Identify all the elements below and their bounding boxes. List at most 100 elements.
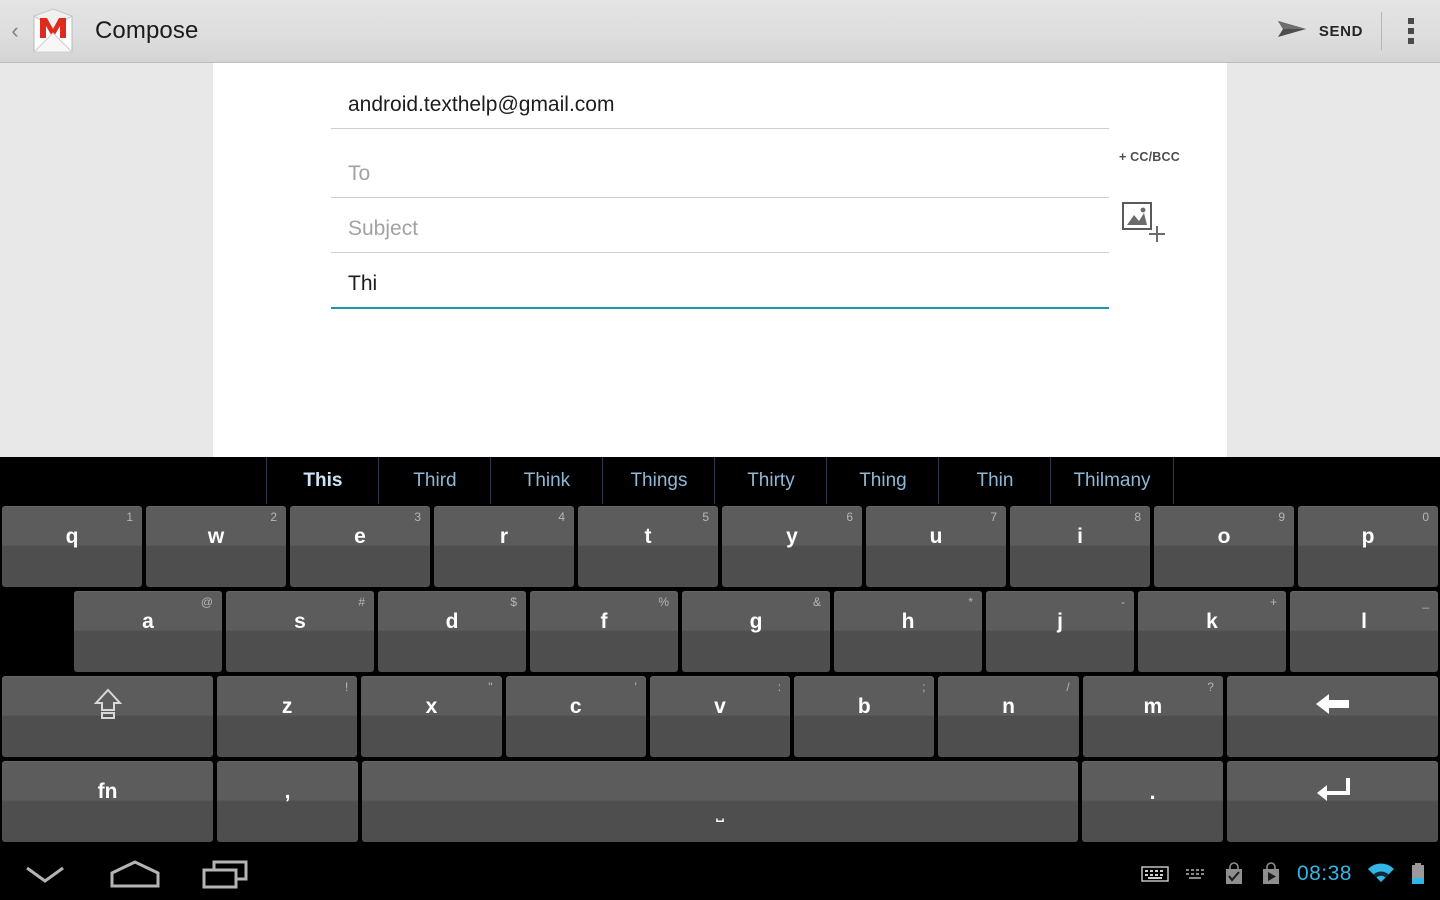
key-z[interactable]: ! z xyxy=(217,676,358,757)
key-k[interactable]: + k xyxy=(1138,591,1286,672)
suggestion-item[interactable]: Things xyxy=(602,457,714,504)
key-label: s xyxy=(294,609,306,633)
period-key[interactable]: . xyxy=(1082,761,1223,842)
add-image-attachment-icon[interactable] xyxy=(1118,199,1170,249)
suggestion-label: Thin xyxy=(976,469,1014,491)
key-label: f xyxy=(600,609,608,633)
suggestion-item[interactable]: Thing xyxy=(826,457,938,504)
checked-bag-icon[interactable] xyxy=(1223,862,1245,886)
key-f[interactable]: % f xyxy=(530,591,678,672)
suggestion-item[interactable]: This xyxy=(266,457,378,504)
subject-placeholder: Subject xyxy=(348,217,419,240)
key-o[interactable]: 9o xyxy=(1154,506,1294,587)
key-a[interactable]: @ a xyxy=(74,591,222,672)
comma-key-label: , xyxy=(284,779,291,803)
key-hint: 1 xyxy=(126,510,133,524)
key-label: e xyxy=(354,524,366,548)
key-hint: * xyxy=(968,595,973,609)
key-s[interactable]: # s xyxy=(226,591,374,672)
backspace-arrow-icon xyxy=(1313,694,1353,733)
message-body-field[interactable]: Thi xyxy=(331,261,1109,309)
recent-apps-icon[interactable] xyxy=(180,848,270,900)
key-hint: _ xyxy=(1422,595,1429,609)
suggestion-item[interactable]: Thilmany xyxy=(1050,457,1174,504)
key-j[interactable]: -j xyxy=(986,591,1134,672)
key-label: a xyxy=(142,609,154,633)
backspace-key[interactable] xyxy=(1227,676,1438,757)
gmail-envelope-icon[interactable] xyxy=(28,8,78,54)
key-x[interactable]: " x xyxy=(361,676,502,757)
wifi-icon xyxy=(1367,863,1395,885)
shift-arrow-icon xyxy=(93,688,123,736)
fn-key[interactable]: fn xyxy=(2,761,213,842)
key-hint: # xyxy=(358,595,365,609)
key-label: h xyxy=(901,609,915,633)
home-icon[interactable] xyxy=(90,848,180,900)
keyboard-row-3: ! z " x ' c: v; b / n? m xyxy=(0,674,1440,759)
status-clock: 08:38 xyxy=(1296,862,1352,885)
key-n[interactable]: / n xyxy=(938,676,1079,757)
key-e[interactable]: 3e xyxy=(290,506,430,587)
keyboard-row-3-letters: ! z " x ' c: v; b / n? m xyxy=(215,674,1225,759)
back-chevron-down-icon[interactable] xyxy=(0,848,90,900)
suggestion-item[interactable]: Think xyxy=(490,457,602,504)
keyboard-row-2: @ a # s $ d% f & g * h - j + k _ l xyxy=(0,589,1440,674)
key-label: d xyxy=(445,609,459,633)
key-l[interactable]: _ l xyxy=(1290,591,1438,672)
suggestion-item[interactable]: Third xyxy=(378,457,490,504)
key-i[interactable]: 8i xyxy=(1010,506,1150,587)
up-chevron-icon[interactable]: ‹ xyxy=(4,20,26,42)
key-d[interactable]: $ d xyxy=(378,591,526,672)
cc-bcc-button[interactable]: + CC/BCC xyxy=(1119,150,1180,164)
key-p[interactable]: 0p xyxy=(1298,506,1438,587)
key-label: c xyxy=(569,694,582,718)
key-hint: ' xyxy=(634,680,637,694)
key-r[interactable]: 4r xyxy=(434,506,574,587)
key-h[interactable]: * h xyxy=(834,591,982,672)
key-hint: - xyxy=(1121,595,1125,609)
key-hint: ? xyxy=(1207,680,1214,694)
key-q[interactable]: 1q xyxy=(2,506,142,587)
comma-key[interactable]: , xyxy=(217,761,358,842)
key-m[interactable]: ? m xyxy=(1082,676,1223,757)
key-y[interactable]: 6y xyxy=(722,506,862,587)
compose-card: android.texthelp@gmail.com To Subject Th… xyxy=(213,63,1227,457)
key-b[interactable]: ; b xyxy=(794,676,935,757)
key-label: j xyxy=(1057,609,1063,633)
key-hint: ! xyxy=(344,680,349,694)
key-label: y xyxy=(786,524,798,548)
key-label: r xyxy=(499,524,509,548)
enter-key[interactable] xyxy=(1227,761,1438,842)
keyboard-alt-icon[interactable] xyxy=(1184,866,1208,882)
send-button[interactable]: SEND xyxy=(1263,0,1381,62)
keyboard-icon[interactable] xyxy=(1141,864,1169,884)
from-field[interactable]: android.texthelp@gmail.com xyxy=(331,82,1109,129)
key-w[interactable]: 2w xyxy=(146,506,286,587)
enter-return-icon xyxy=(1314,778,1352,819)
shift-key[interactable] xyxy=(2,676,213,757)
key-g[interactable]: & g xyxy=(682,591,830,672)
suggestion-label: Think xyxy=(523,469,571,491)
key-c[interactable]: ' c xyxy=(505,676,646,757)
suggestion-item[interactable]: Thirty xyxy=(714,457,826,504)
key-t[interactable]: 5t xyxy=(578,506,718,587)
key-label: k xyxy=(1206,609,1218,633)
send-button-label: SEND xyxy=(1318,22,1363,40)
overflow-menu-icon[interactable] xyxy=(1382,0,1440,62)
space-key[interactable]: ⎵ xyxy=(362,761,1078,842)
keyboard-row-4: fn , ⎵ . xyxy=(0,759,1440,844)
suggestion-label: Thirty xyxy=(747,469,795,491)
subject-field[interactable]: Subject xyxy=(331,206,1109,253)
android-tablet-screen: ‹ Compose SEND android.texthelp@gmail.co… xyxy=(0,0,1440,900)
key-hint: : xyxy=(777,680,782,694)
key-label: w xyxy=(207,524,225,548)
key-u[interactable]: 7u xyxy=(866,506,1006,587)
play-store-bag-icon[interactable] xyxy=(1260,862,1282,886)
key-hint: 6 xyxy=(846,510,853,524)
to-field[interactable]: To xyxy=(331,151,1109,198)
suggestion-item[interactable]: Thin xyxy=(938,457,1050,504)
key-v[interactable]: :v xyxy=(649,676,791,757)
from-value: android.texthelp@gmail.com xyxy=(348,93,615,116)
suggestion-label: Thilmany xyxy=(1073,469,1151,491)
key-label: q xyxy=(65,524,79,548)
